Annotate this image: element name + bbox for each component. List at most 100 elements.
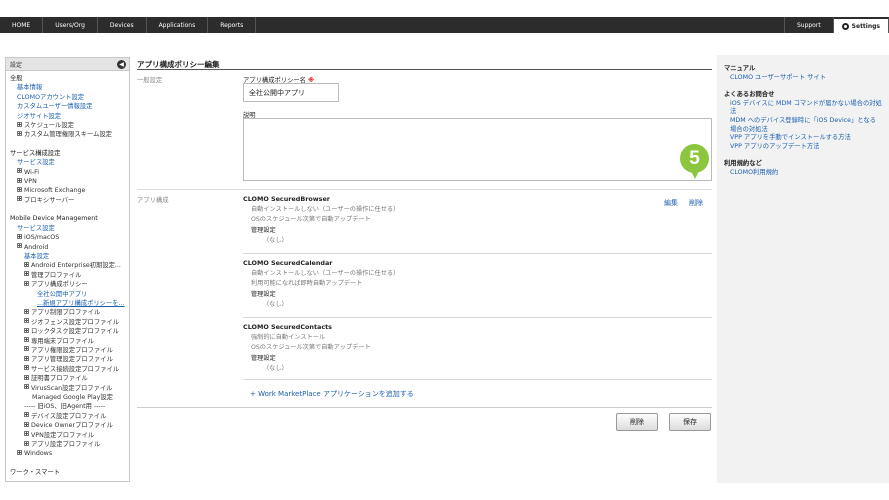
sidebar-group-general: 全般: [10, 75, 23, 82]
sidebar-item-label: VPN設定プロファイル: [31, 431, 95, 439]
sidebar-item-label: アプリ管理設定プロファイル: [31, 356, 113, 364]
sidebar-item-managed-profile[interactable]: 管理プロファイル: [10, 271, 129, 280]
sidebar-item-wifi[interactable]: Wi-Fi: [10, 168, 129, 177]
sidebar-item-app-permission[interactable]: アプリ権限設定プロファイル: [10, 346, 129, 355]
sidebar-item-new-policy[interactable]: ...新規アプリ構成ポリシーを...: [10, 299, 129, 308]
app-name: CLOMO SecuredCalendar: [243, 259, 333, 267]
expand-icon: [17, 196, 22, 202]
sidebar-item-label: 管理プロファイル: [31, 271, 82, 279]
sidebar-item-managed-google-play[interactable]: Managed Google Play設定: [10, 393, 129, 402]
nav-home[interactable]: HOME: [0, 17, 44, 33]
description-textarea[interactable]: [243, 118, 712, 181]
sidebar-item-custom-permission[interactable]: カスタム管理権限スキーム設定: [10, 130, 129, 139]
sidebar-item-label: VirusScan設定プロファイル: [31, 384, 113, 392]
step-pointer-arrow: [691, 171, 699, 179]
sidebar-item-app-settings[interactable]: アプリ設定プロファイル: [10, 440, 129, 449]
delete-button[interactable]: 削除: [616, 413, 658, 431]
sidebar-item-label: ロックタスク設定プロファイル: [31, 328, 119, 336]
sidebar-item-label: アプリ権限設定プロファイル: [31, 346, 113, 354]
sidebar-item-certificate[interactable]: 証明書プロファイル: [10, 374, 129, 383]
sidebar-item-proxy[interactable]: プロキシサーバー: [10, 196, 129, 205]
faq-link-vpp-update[interactable]: VPP アプリのアップデート方法: [724, 143, 882, 152]
expand-icon: [17, 177, 22, 183]
nav-settings[interactable]: Settings: [833, 17, 889, 33]
sidebar-item-label: Microsoft Exchange: [24, 187, 86, 195]
sidebar-item-schedule[interactable]: スケジュール設定: [10, 121, 129, 130]
nav-reports[interactable]: Reports: [208, 17, 257, 33]
policy-name-input[interactable]: 全社公開中アプリ: [243, 83, 339, 102]
app-managed-label: 管理設定: [251, 290, 276, 298]
delete-link[interactable]: 削除: [689, 198, 703, 208]
nav-applications[interactable]: Applications: [147, 17, 209, 33]
terms-link[interactable]: CLOMO利用規約: [724, 169, 882, 178]
sidebar-item-app-config-policy[interactable]: アプリ構成ポリシー: [10, 280, 129, 289]
app-install-setting: 自動インストールしない（ユーザーの操作に任せる）: [251, 205, 400, 213]
support-site-link[interactable]: CLOMO ユーザーサポート サイト: [724, 74, 882, 83]
sidebar-item-vpn-profile[interactable]: VPN設定プロファイル: [10, 431, 129, 440]
sidebar-item-basic-info[interactable]: 基本情報: [10, 83, 129, 92]
sidebar-item-app-management[interactable]: アプリ管理設定プロファイル: [10, 355, 129, 364]
sidebar-item-android-basic[interactable]: 基本設定: [10, 252, 129, 261]
sidebar-item-geofence[interactable]: ジオフェンス設定プロファイル: [10, 318, 129, 327]
expand-icon: [24, 337, 29, 343]
manual-heading: マニュアル: [724, 65, 756, 72]
sidebar-item-custom-user-info[interactable]: カスタムユーザー情報設定: [10, 102, 129, 111]
save-button[interactable]: 保存: [669, 413, 711, 431]
app-managed-value: （なし）: [263, 301, 288, 308]
nav-settings-label: Settings: [851, 22, 880, 30]
sidebar-item-ios-macos[interactable]: iOS/macOS: [10, 233, 129, 242]
sidebar-item-exchange[interactable]: Microsoft Exchange: [10, 186, 129, 195]
sidebar-item-label: Device Ownerプロファイル: [31, 422, 113, 430]
nav-support[interactable]: Support: [783, 17, 834, 33]
expand-icon: [17, 168, 22, 174]
expand-icon: [24, 271, 29, 277]
app-managed-value: （なし）: [263, 237, 288, 244]
app-divider: [243, 379, 712, 380]
edit-link[interactable]: 編集: [664, 198, 678, 208]
sidebar-item-windows[interactable]: Windows: [10, 449, 129, 458]
sidebar-item-device-owner[interactable]: Device Ownerプロファイル: [10, 421, 129, 430]
expand-icon: [24, 327, 29, 333]
panel-gap: [724, 151, 882, 157]
expand-icon: [24, 346, 29, 352]
faq-link-mdm-command[interactable]: iOS デバイスに MDM コマンドが届かない場合の対処法: [724, 100, 882, 117]
sidebar-item-device-settings[interactable]: デバイス設定プロファイル: [10, 412, 129, 421]
app-divider: [243, 253, 712, 254]
sidebar-item-service-connection[interactable]: サービス接続設定プロファイル: [10, 365, 129, 374]
top-nav: HOME Users/Org Devices Applications Repo…: [0, 17, 889, 33]
sidebar-item-label: VPN: [24, 178, 37, 186]
add-app-link[interactable]: + Work MarketPlace アプリケーションを追加する: [250, 389, 414, 399]
expand-icon: [24, 365, 29, 371]
sidebar-item-dedicated-device[interactable]: 専用端末プロファイル: [10, 337, 129, 346]
sidebar-item-label: アプリ制限プロファイル: [31, 309, 101, 317]
expand-icon: [17, 121, 22, 127]
app-install-setting: 強制的に自動インストール: [251, 333, 326, 341]
faq-link-vpp-install[interactable]: VPP アプリを手動でインストールする方法: [724, 134, 882, 143]
sidebar-item-service-settings[interactable]: サービス設定: [10, 158, 129, 167]
sidebar-item-label: Android: [24, 243, 49, 251]
faq-link-ios-device[interactable]: MDM へのデバイス登録時に「iOS Device」となる場合の対処法: [724, 117, 882, 134]
sidebar-item-app-restriction[interactable]: アプリ制限プロファイル: [10, 308, 129, 317]
sidebar-item-mdm-service-settings[interactable]: サービス設定: [10, 224, 129, 233]
nav-devices[interactable]: Devices: [98, 17, 147, 33]
app-update-setting: OSのスケジュール次第で自動アップデート: [251, 216, 371, 223]
sidebar-item-label: スケジュール設定: [24, 122, 74, 130]
nav-users-org[interactable]: Users/Org: [43, 17, 98, 33]
sidebar-item-geosite[interactable]: ジオサイト設定: [10, 112, 129, 121]
sidebar-group-mdm: Mobile Device Management: [10, 215, 98, 223]
collapse-tree-icon: [24, 280, 29, 286]
expand-icon: [24, 308, 29, 314]
sidebar-item-label: デバイス設定プロファイル: [31, 412, 107, 420]
sidebar-item-android-enterprise[interactable]: Android Enterprise初期設定...: [10, 261, 129, 270]
sidebar-item-public-apps[interactable]: 全社公開中アプリ: [10, 290, 129, 299]
sidebar-item-lock-task[interactable]: ロックタスク設定プロファイル: [10, 327, 129, 336]
collapse-tree-icon: [17, 243, 22, 248]
sidebar-item-clomo-account[interactable]: CLOMOアカウント設定: [10, 93, 129, 102]
sidebar-item-virusscan[interactable]: VirusScan設定プロファイル: [10, 384, 129, 393]
chevron-left-icon[interactable]: ◀: [117, 60, 126, 69]
sidebar-item-android[interactable]: Android: [10, 243, 129, 252]
expand-icon: [24, 412, 29, 418]
sidebar-item-vpn[interactable]: VPN: [10, 177, 129, 186]
